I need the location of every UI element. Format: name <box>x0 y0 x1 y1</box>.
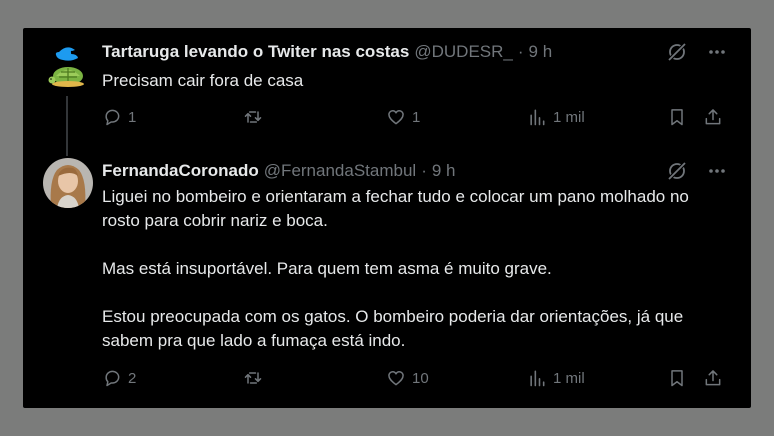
views-button[interactable]: 1 mil <box>527 368 585 388</box>
like-count: 10 <box>412 369 429 387</box>
share-icon <box>703 368 723 388</box>
like-button[interactable]: 1 <box>386 107 420 127</box>
bookmark-button[interactable] <box>667 107 687 127</box>
display-name[interactable]: FernandaCoronado <box>102 161 259 181</box>
tweet-text: Precisam cair fora de casa <box>102 69 722 93</box>
reply-button[interactable]: 2 <box>102 368 136 388</box>
tweet-top-icons <box>667 42 727 62</box>
like-icon <box>386 107 406 127</box>
reply-button[interactable]: 1 <box>102 107 136 127</box>
tweet-top-icons <box>667 161 727 181</box>
like-count: 1 <box>412 108 421 126</box>
separator-dot: · <box>421 161 427 180</box>
more-icon[interactable] <box>707 42 727 62</box>
grok-icon[interactable] <box>667 161 687 181</box>
views-icon <box>527 368 547 388</box>
tweet-paragraph: Estou preocupada com os gatos. O bombeir… <box>102 307 684 350</box>
views-icon <box>527 107 547 127</box>
display-name[interactable]: Tartaruga levando o Twiter nas costas <box>102 42 409 62</box>
retweet-icon <box>243 368 263 388</box>
woman-photo-avatar[interactable] <box>43 158 93 208</box>
thread-line <box>66 96 68 156</box>
tweet-paragraph: Precisam cair fora de casa <box>102 71 304 90</box>
user-handle[interactable]: @FernandaStambul <box>264 161 416 181</box>
more-icon[interactable] <box>707 161 727 181</box>
retweet-button[interactable] <box>243 368 269 388</box>
timestamp[interactable]: 9 h <box>432 161 456 181</box>
bookmark-icon <box>667 368 687 388</box>
tweet-text: Liguei no bombeiro e orientaram a fechar… <box>102 185 722 353</box>
tweet-paragraph: Mas está insuportável. Para quem tem asm… <box>102 259 552 278</box>
tweet-1[interactable]: Tartaruga levando o Twiter nas costas @D… <box>23 28 751 156</box>
share-button[interactable] <box>703 368 723 388</box>
user-handle[interactable]: @DUDESR_ <box>414 42 513 62</box>
reply-icon <box>102 368 122 388</box>
tweet-thread: Tartaruga levando o Twiter nas costas @D… <box>23 28 751 408</box>
share-icon <box>703 107 723 127</box>
like-button[interactable]: 10 <box>386 368 429 388</box>
tweet-paragraph: Liguei no bombeiro e orientaram a fechar… <box>102 187 689 230</box>
views-count: 1 mil <box>553 369 585 387</box>
tweet-header: Tartaruga levando o Twiter nas costas @D… <box>102 42 552 62</box>
retweet-icon <box>243 107 263 127</box>
bookmark-icon <box>667 107 687 127</box>
views-count: 1 mil <box>553 108 585 126</box>
tweet-2[interactable]: FernandaCoronado @FernandaStambul · 9 h … <box>23 153 751 408</box>
share-button[interactable] <box>703 107 723 127</box>
grok-icon[interactable] <box>667 42 687 62</box>
reply-count: 1 <box>128 108 137 126</box>
bookmark-button[interactable] <box>667 368 687 388</box>
turtle-bird-avatar[interactable] <box>47 42 87 92</box>
separator-dot: · <box>517 42 524 61</box>
tweet-actions: 2 10 1 mil <box>102 368 727 392</box>
reply-count: 2 <box>128 369 137 387</box>
like-icon <box>386 368 406 388</box>
retweet-button[interactable] <box>243 107 269 127</box>
timestamp[interactable]: 9 h <box>529 42 553 62</box>
tweet-header: FernandaCoronado @FernandaStambul · 9 h <box>102 161 456 181</box>
reply-icon <box>102 107 122 127</box>
tweet-actions: 1 1 1 mil <box>102 107 727 131</box>
views-button[interactable]: 1 mil <box>527 107 585 127</box>
